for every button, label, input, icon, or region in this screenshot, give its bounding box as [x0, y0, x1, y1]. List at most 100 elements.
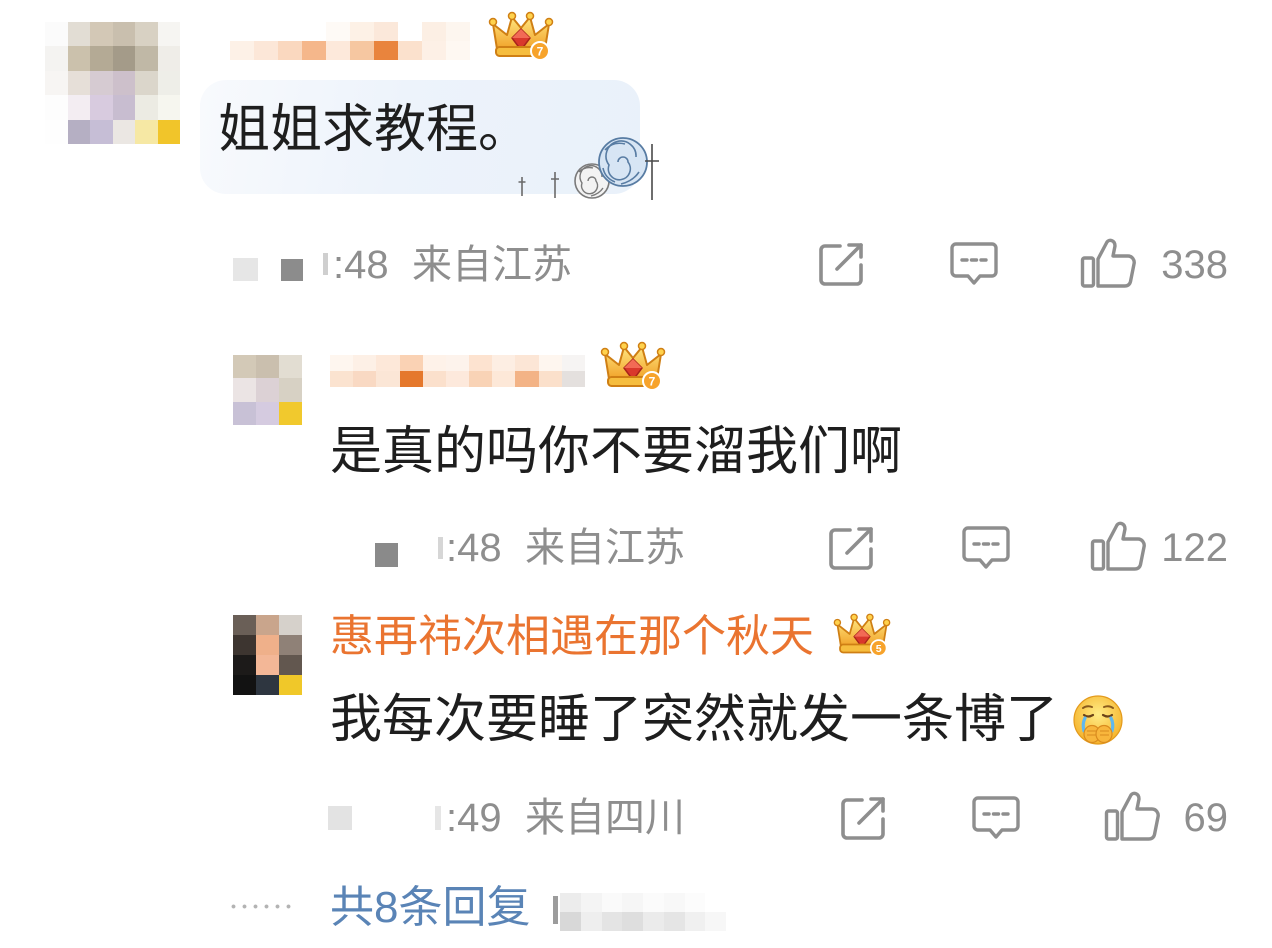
username-blurred[interactable]	[230, 22, 470, 60]
mosaic-pixel	[157, 22, 180, 47]
mosaic-pixel	[157, 70, 180, 96]
mosaic-pixel	[445, 355, 470, 371]
comment-icon	[962, 526, 1010, 569]
timestamp: :49	[446, 796, 502, 840]
like-button[interactable]	[1080, 237, 1136, 289]
avatar[interactable]	[233, 615, 302, 695]
mosaic-pixel	[376, 371, 400, 387]
mosaic-pixel	[580, 893, 602, 912]
mosaic-pixel	[135, 95, 158, 120]
more-replies-link[interactable]: 共8条回复	[330, 884, 530, 932]
mosaic-pixel	[445, 371, 470, 387]
blurred-region	[281, 259, 303, 281]
blurred-region	[553, 896, 558, 924]
share-button[interactable]	[840, 795, 888, 841]
mosaic-pixel	[353, 371, 377, 387]
reply-text: 是真的吗你不要溜我们啊	[330, 423, 903, 481]
share-icon	[841, 797, 885, 840]
blurred-region	[375, 543, 398, 567]
badge-level: 7	[649, 375, 656, 389]
mosaic-pixel	[705, 893, 726, 912]
mosaic-pixel	[560, 893, 581, 912]
mosaic-pixel	[67, 46, 90, 71]
mosaic-pixel	[601, 912, 623, 931]
mosaic-pixel	[135, 70, 158, 96]
mosaic-pixel	[422, 41, 446, 60]
mosaic-pixel	[374, 41, 398, 60]
blurred-region	[323, 253, 328, 275]
mosaic-pixel	[45, 95, 68, 120]
emoji-crying-icon	[1072, 694, 1124, 746]
mosaic-pixel	[561, 371, 585, 387]
mosaic-pixel	[90, 119, 113, 144]
share-button[interactable]	[818, 241, 866, 287]
mosaic-pixel	[643, 912, 664, 931]
avatar[interactable]	[45, 22, 180, 144]
mosaic-pixel	[45, 119, 68, 144]
badge-level: 5	[876, 643, 882, 655]
mosaic-pixel	[446, 41, 470, 60]
mosaic-pixel	[230, 22, 254, 41]
mosaic-pixel	[663, 893, 685, 912]
timestamp: :48	[333, 243, 389, 287]
like-count: 69	[1183, 796, 1229, 840]
mosaic-pixel	[45, 46, 68, 71]
reply-button[interactable]	[950, 241, 998, 287]
like-button[interactable]	[1090, 520, 1146, 572]
mosaic-pixel	[492, 371, 516, 387]
username[interactable]: 惠再祎次相遇在那个秋天	[330, 613, 814, 661]
mosaic-pixel	[560, 912, 581, 931]
mosaic-pixel	[663, 912, 685, 931]
mosaic-pixel	[135, 46, 158, 71]
mosaic-pixel	[67, 22, 90, 47]
mosaic-pixel	[622, 912, 643, 931]
mosaic-pixel	[422, 355, 446, 371]
mosaic-pixel	[67, 95, 90, 120]
location: 来自江苏	[412, 243, 572, 287]
mosaic-pixel	[515, 355, 539, 371]
mosaic-pixel	[45, 22, 68, 47]
mosaic-pixel	[279, 675, 302, 695]
mosaic-pixel	[374, 22, 398, 41]
mosaic-pixel	[256, 378, 279, 402]
comment-icon	[950, 242, 998, 285]
username-blurred[interactable]	[330, 355, 585, 387]
ellipsis-divider	[228, 904, 294, 909]
reply-text: 我每次要睡了突然就发一条博了	[330, 691, 1059, 749]
mosaic-pixel	[330, 371, 354, 387]
vip-crown-badge-icon: 5	[833, 606, 891, 662]
timestamp: :48	[446, 526, 502, 570]
mosaic-pixel	[157, 46, 180, 71]
mosaic-pixel	[90, 22, 113, 47]
mosaic-pixel	[233, 615, 256, 635]
mosaic-pixel	[469, 355, 493, 371]
mosaic-pixel	[684, 893, 706, 912]
mosaic-pixel	[279, 355, 302, 379]
mosaic-pixel	[233, 635, 256, 655]
mosaic-pixel	[330, 355, 354, 371]
mosaic-pixel	[233, 355, 256, 379]
avatar[interactable]	[233, 355, 302, 425]
mosaic-pixel	[446, 22, 470, 41]
mosaic-pixel	[580, 912, 602, 931]
mosaic-pixel	[643, 893, 664, 912]
blurred-region	[560, 893, 726, 931]
mosaic-pixel	[112, 70, 135, 96]
mosaic-pixel	[45, 70, 68, 96]
mosaic-pixel	[112, 22, 135, 47]
mosaic-pixel	[422, 371, 446, 387]
mosaic-pixel	[684, 912, 706, 931]
mosaic-pixel	[135, 22, 158, 47]
mosaic-pixel	[279, 655, 302, 675]
mosaic-pixel	[233, 675, 256, 695]
like-count: 122	[1161, 526, 1228, 570]
mosaic-pixel	[233, 655, 256, 675]
mosaic-pixel	[67, 70, 90, 96]
mosaic-pixel	[256, 675, 279, 695]
share-button[interactable]	[828, 525, 876, 571]
reply-button[interactable]	[962, 525, 1010, 571]
mosaic-pixel	[233, 401, 256, 425]
reply-button[interactable]	[972, 795, 1020, 841]
mosaic-pixel	[538, 355, 562, 371]
mosaic-pixel	[279, 635, 302, 655]
